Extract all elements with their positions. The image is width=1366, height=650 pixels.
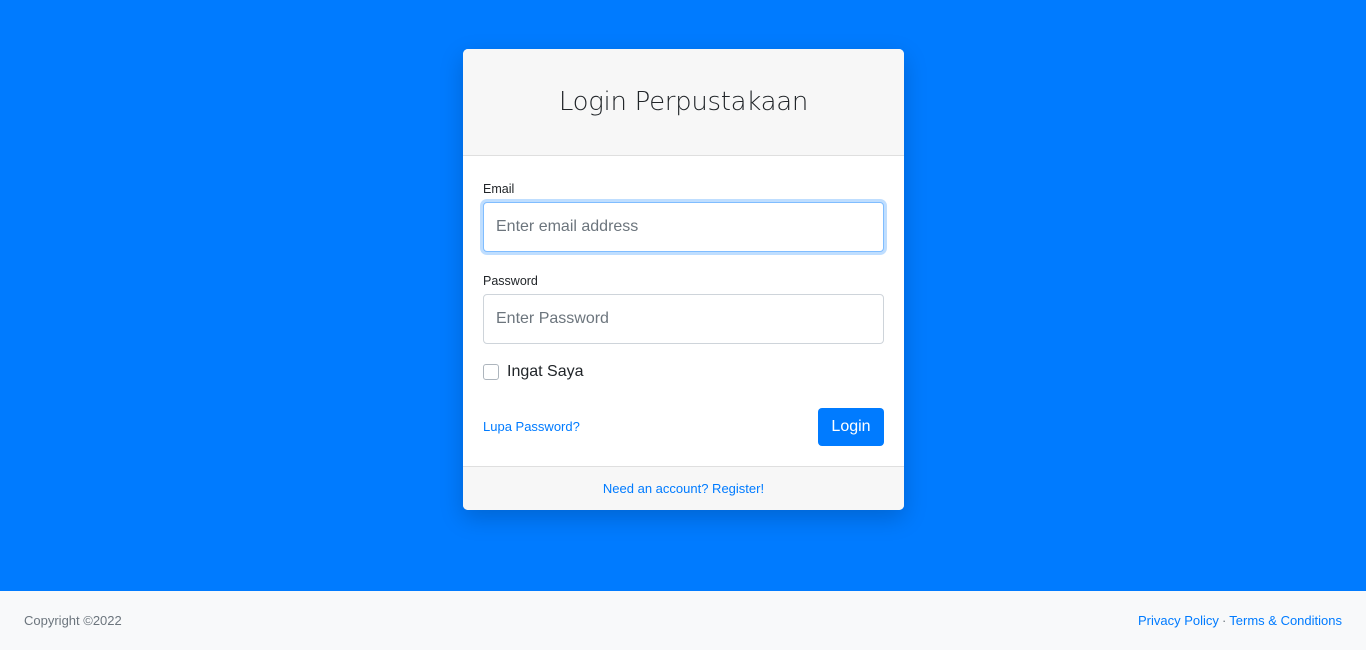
footer-separator: · [1221, 613, 1227, 628]
page-footer: Copyright ©2022 Privacy Policy · Terms & C… [0, 591, 1366, 650]
forgot-password-link[interactable]: Lupa Password? [483, 419, 580, 434]
copyright-text: Copyright ©2022 [24, 613, 122, 628]
remember-me-row: Ingat Saya [483, 363, 584, 381]
login-form: Email Password Ingat Saya Lupa Password?… [463, 156, 904, 466]
terms-link[interactable]: Terms & Conditions [1229, 613, 1342, 628]
password-input[interactable] [483, 294, 884, 344]
login-card: Login Perpustakaan Email Password Ingat … [463, 49, 904, 510]
email-label: Email [483, 182, 515, 196]
password-label: Password [483, 274, 538, 288]
page-title: Login Perpustakaan [558, 87, 809, 117]
card-footer: Need an account? Register! [463, 466, 904, 510]
login-button[interactable]: Login [818, 408, 884, 446]
main-background: Login Perpustakaan Email Password Ingat … [0, 0, 1366, 591]
card-header: Login Perpustakaan [463, 49, 904, 156]
email-input[interactable] [483, 202, 884, 252]
footer-links: Privacy Policy · Terms & Conditions [1138, 613, 1342, 628]
remember-me-label[interactable]: Ingat Saya [507, 363, 584, 381]
privacy-policy-link[interactable]: Privacy Policy [1138, 613, 1219, 628]
register-link[interactable]: Need an account? Register! [603, 481, 764, 496]
remember-me-checkbox[interactable] [483, 364, 499, 380]
